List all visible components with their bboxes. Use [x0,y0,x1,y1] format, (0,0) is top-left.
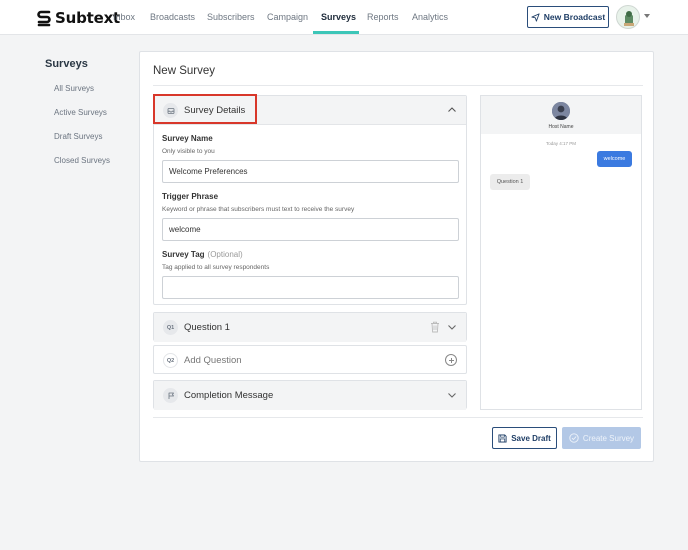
survey-details-label: Survey Details [184,105,246,116]
trash-icon[interactable] [430,321,440,333]
survey-tag-input[interactable] [162,276,459,299]
chevron-down-icon[interactable] [447,390,457,400]
message-timestamp: Today 4:17 PM [545,141,577,146]
user-avatar[interactable] [616,5,640,29]
survey-details-header[interactable]: Survey Details [154,96,466,125]
sidebar-item-closed-surveys[interactable]: Closed Surveys [54,156,110,165]
incoming-message: Question 1 [490,174,530,190]
new-broadcast-button[interactable]: New Broadcast [527,6,609,28]
sidebar-item-draft-surveys[interactable]: Draft Surveys [54,132,102,141]
question-badge: Q1 [163,320,178,335]
preview-header: Host Name [481,96,641,134]
host-avatar [552,102,570,120]
save-draft-button[interactable]: Save Draft [492,427,557,449]
question-1-header[interactable]: Q1 Question 1 [154,313,466,342]
nav-surveys[interactable]: Surveys [321,12,356,22]
question-1-label: Question 1 [184,322,230,333]
completion-message-section[interactable]: Completion Message [153,380,467,410]
trigger-phrase-help: Keyword or phrase that subscribers must … [162,206,355,213]
brand-name: Subtext [55,9,121,27]
add-question-row[interactable]: Q2 Add Question [153,345,467,374]
brand-logo[interactable]: Subtext [37,9,120,27]
survey-name-label: Survey Name [162,134,213,143]
avatar-image-icon [624,11,634,26]
check-circle-icon [569,433,579,443]
account-menu-caret-icon[interactable] [644,14,650,18]
active-tab-indicator [313,31,359,34]
survey-tag-label: Survey Tag (Optional) [162,250,243,259]
completion-message-header[interactable]: Completion Message [154,381,466,410]
sidebar-title: Surveys [45,58,88,70]
completion-message-label: Completion Message [184,390,274,401]
top-navbar: Subtext Inbox Broadcasts Subscribers Cam… [0,0,688,35]
divider [153,417,643,418]
nav-campaign[interactable]: Campaign [267,12,308,22]
trigger-phrase-input[interactable]: welcome [162,218,459,241]
subtext-logo-icon [37,10,51,26]
create-survey-button[interactable]: Create Survey [562,427,641,449]
save-draft-label: Save Draft [511,433,551,443]
survey-name-help: Only visible to you [162,148,215,155]
chevron-up-icon[interactable] [447,105,457,115]
add-question-label: Add Question [184,355,242,366]
send-icon [531,12,540,22]
message-preview: Host Name Today 4:17 PM welcome Question… [480,95,642,410]
add-circle-icon[interactable] [445,354,457,366]
question-badge: Q2 [163,353,178,368]
survey-tag-help: Tag applied to all survey respondents [162,264,270,271]
host-name: Host Name [548,124,574,130]
sidebar-item-all-surveys[interactable]: All Surveys [54,84,94,93]
outgoing-message: welcome [597,151,632,167]
chevron-down-icon[interactable] [447,322,457,332]
survey-details-section: Survey Details Survey Name Only visible … [153,95,467,305]
create-survey-label: Create Survey [582,433,635,443]
save-icon [498,433,507,443]
trigger-phrase-label: Trigger Phrase [162,192,219,201]
flag-icon [163,388,178,403]
nav-broadcasts[interactable]: Broadcasts [150,12,195,22]
nav-subscribers[interactable]: Subscribers [207,12,255,22]
sidebar-item-active-surveys[interactable]: Active Surveys [54,108,107,117]
nav-reports[interactable]: Reports [367,12,399,22]
optional-label: (Optional) [207,250,243,259]
new-survey-panel: New Survey Survey Details Survey Name On… [139,51,654,462]
new-broadcast-label: New Broadcast [543,12,606,22]
page-title: New Survey [153,65,215,77]
divider [153,85,643,86]
nav-inbox[interactable]: Inbox [113,12,135,22]
question-1-section[interactable]: Q1 Question 1 [153,312,467,342]
survey-tag-label-text: Survey Tag [162,250,205,259]
survey-details-icon [163,103,178,118]
nav-analytics[interactable]: Analytics [412,12,448,22]
person-icon [552,102,570,120]
survey-name-input[interactable]: Welcome Preferences [162,160,459,183]
